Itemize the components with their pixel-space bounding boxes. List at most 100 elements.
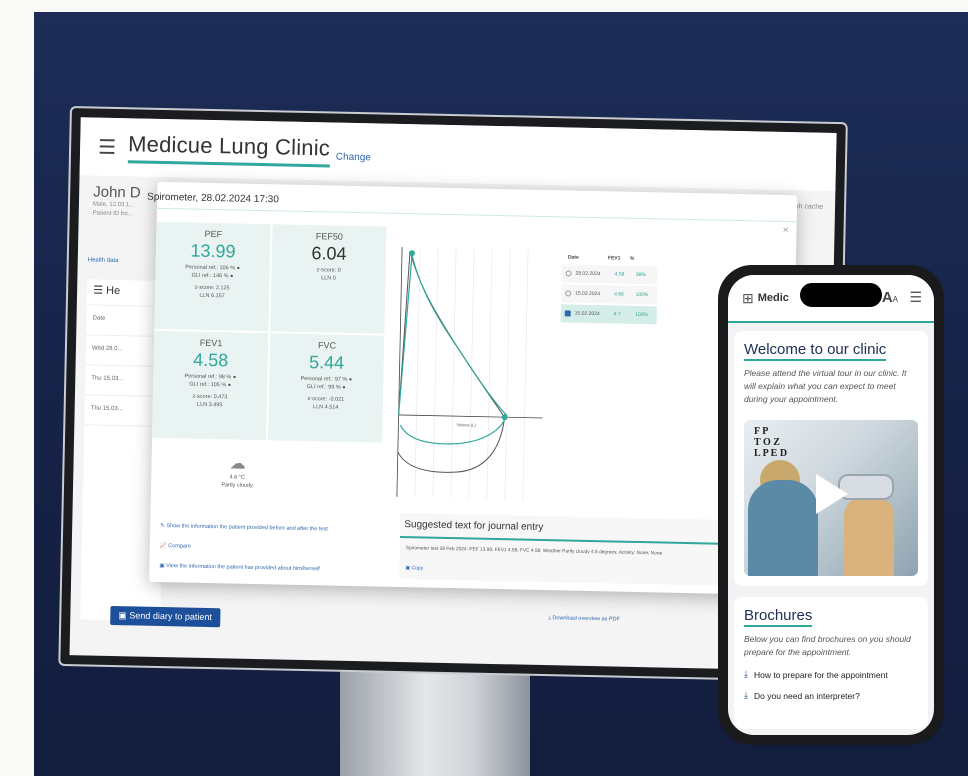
metric-gli: GLI ref.: 146 % [191,272,229,280]
close-icon[interactable]: × [783,225,789,236]
health-data-tab[interactable]: Health data [88,257,119,264]
play-icon[interactable] [816,474,848,514]
chart-grid [414,247,529,500]
brochure-link-interpreter[interactable]: ⤓ Do you need an interpreter? [744,690,918,701]
metric-lln: LLN 3.495 [197,401,223,409]
dynamic-island [800,283,882,307]
col-date: Date [567,254,579,261]
welcome-card: Welcome to our clinic Please attend the … [734,331,928,586]
text-size-button[interactable]: AA [882,289,898,306]
col-fev1: FEV1 [607,255,621,262]
metric-ref: Personal ref.: 98 % [184,373,232,381]
metric-lln: LLN 4.514 [312,404,339,411]
row-checkbox[interactable] [564,310,571,317]
metric-value: 5.44 [308,352,345,373]
text-size-small: A [892,295,898,304]
eye-chart: F P T O Z L P E D [754,426,788,459]
flow-volume-chart: Volume (L) [396,246,543,500]
row-pct: 100% [635,291,649,299]
welcome-title: Welcome to our clinic [744,341,887,361]
col-pct: % [629,255,635,262]
info-icon[interactable]: ● [342,385,345,391]
change-link[interactable]: Change [336,151,371,163]
phone-screen: ⊞ Medic AA ☰ Welcome to our clinic Pleas… [728,275,934,735]
brochures-title: Brochures [744,607,813,627]
child-figure [844,496,894,576]
brochures-text: Below you can find brochures on you shou… [744,634,911,657]
partly-cloudy-icon: ☁ [229,455,246,473]
metric-label: FEV1 [199,337,223,349]
brochure-label: Do you need an interpreter? [753,690,860,701]
row-date: 15.03.2024 [575,290,601,298]
info-icon[interactable]: ● [349,377,352,383]
user-icon: ▣ [159,562,165,570]
metric-fev1: FEV1 4.58 Personal ref.: 98 % ● GLI ref.… [152,330,269,441]
chart-icon: 📈 [159,542,167,550]
link-patient-info[interactable]: ▣ View the information the patient has p… [159,556,327,580]
optician-figure [748,480,818,576]
modal-links: ✎ Show the information the patient provi… [159,516,328,579]
copy-label: Copy [411,565,424,572]
link-label: Show the information the patient provide… [166,523,328,533]
metric-fef50: FEF50 6.04 z-score: 0 LLN 0 [270,224,387,334]
info-icon[interactable]: ● [237,266,240,272]
metric-value: 13.99 [190,240,236,262]
edit-icon: ✎ [160,522,165,530]
metric-lln: LLN 0 [321,275,336,282]
link-label: View the information the patient has pro… [166,563,320,573]
copy-icon: ▣ [405,565,411,572]
smartphone: ⊞ Medic AA ☰ Welcome to our clinic Pleas… [718,265,944,745]
brochure-label: How to prepare for the appointment [753,669,888,680]
top-bar: ☰ Medicue Lung Clinic Change [79,117,837,192]
weather-desc: Partly cloudy [221,482,253,489]
journal-box: Suggested text for journal entry Spirome… [399,513,721,586]
row-date: 28.02.2024 [575,270,601,278]
chart-xlabel: Volume (L) [456,422,476,427]
table-row[interactable]: 28.02.2024 4.58 98% [561,264,658,285]
metrics-grid: PEF 13.99 Personal ref.: 106 % ● GLI ref… [152,221,387,443]
info-icon[interactable]: ● [230,273,233,279]
row-fev1: 4.66 [614,291,624,298]
metric-ref: Personal ref.: 106 % [185,264,236,272]
menu-icon[interactable]: ☰ [909,289,922,306]
modal-divider [146,207,797,223]
metric-gli: GLI ref.: 99 % [306,384,341,391]
clinic-name: Medicue Lung Clinic [127,131,331,168]
metric-label: FVC [317,340,337,351]
text-size-label: A [881,289,893,306]
modal-title: Spirometer, 28.02.2024 17:30 [146,191,279,206]
send-diary-label: Send diary to patient [129,610,213,623]
row-pct: 98% [635,271,647,279]
brochure-link-prepare[interactable]: ⤓ How to prepare for the appointment [744,669,918,680]
table-row[interactable]: 15.02.2024 4.7 100% [560,304,657,325]
metric-pef: PEF 13.99 Personal ref.: 106 % ● GLI ref… [154,221,271,332]
patient-name: John D [93,183,141,202]
metric-fvc: FVC 5.44 Personal ref.: 97 % ● GLI ref.:… [268,333,385,443]
row-pct: 100% [635,311,649,319]
patient-header: John D Male, 12.03.1... Patient ID fro..… [93,184,141,220]
patient-meta-2: Patient ID fro... [92,210,133,218]
download-pdf-link[interactable]: ⤓ Download overview as PDF [548,615,620,623]
row-checkbox[interactable] [565,290,572,297]
history-table: Date FEV1 % 28.02.2024 4.58 98% 15.03.20… [560,250,659,326]
weather-block: ☁ 4.6 °C Partly cloudy [197,453,278,491]
metric-value: 4.58 [192,349,229,371]
metric-value: 6.04 [311,243,347,264]
welcome-text: Please attend the virtual tour in our cl… [744,368,907,404]
table-row[interactable]: 15.03.2024 4.66 100% [560,284,658,305]
section-label: He [105,284,121,298]
row-checkbox[interactable] [565,270,572,277]
spirometer-modal: Spirometer, 28.02.2024 17:30 × PEF 13.99… [146,181,798,596]
metric-ref: Personal ref.: 97 % [300,375,348,383]
download-icon: ⤓ [744,669,748,679]
metric-gli: GLI ref.: 105 % [189,381,227,389]
row-fev1: 4.7 [613,311,621,318]
menu-icon[interactable]: ☰ [98,134,116,159]
brochures-card: Brochures Below you can find brochures o… [734,597,928,729]
video-player[interactable]: F P T O Z L P E D [744,420,918,576]
link-label: Compare [168,543,191,550]
info-icon[interactable]: ● [228,382,231,388]
metric-label: FEF50 [315,231,343,242]
send-diary-button[interactable]: ▣ Send diary to patient [110,605,221,628]
info-icon[interactable]: ● [233,374,236,380]
